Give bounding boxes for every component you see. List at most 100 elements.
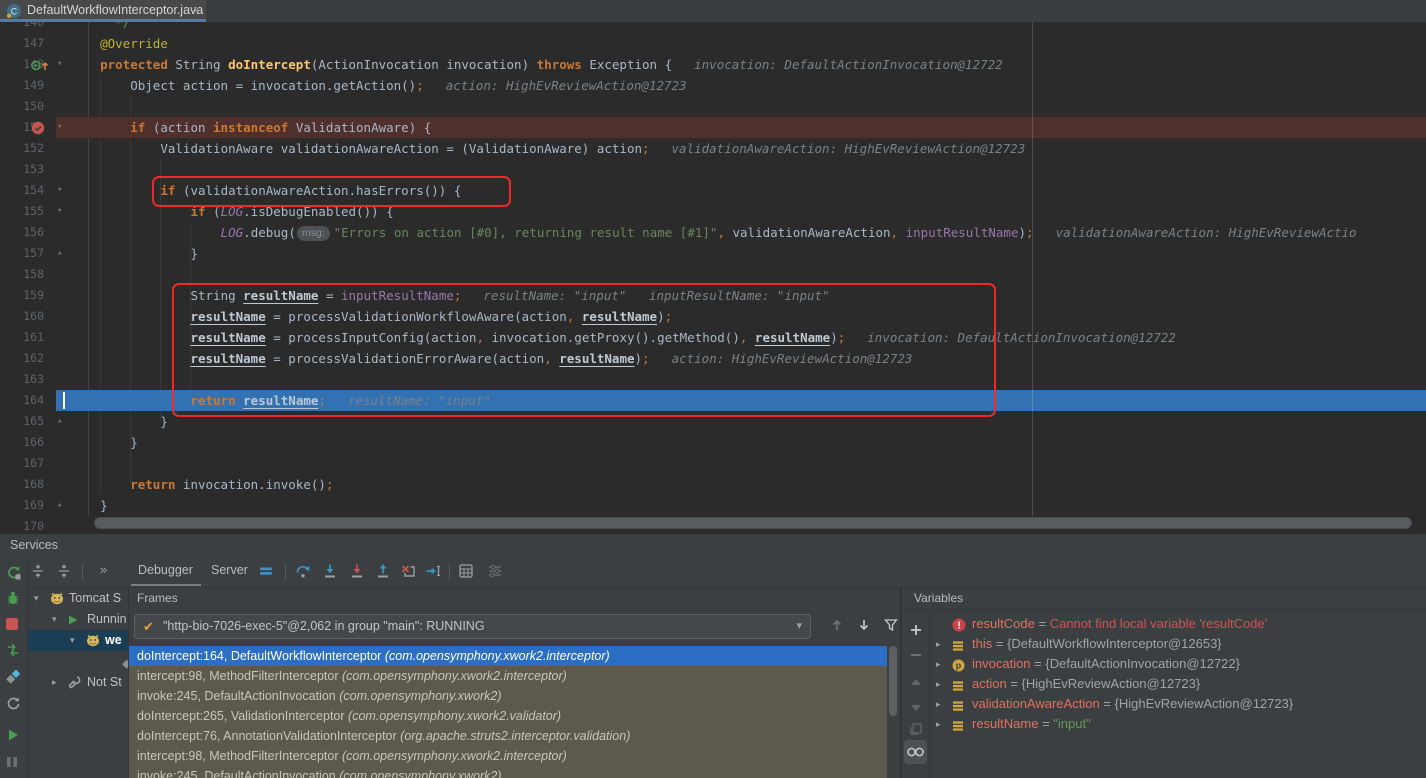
code-line-166[interactable]: 166} bbox=[0, 432, 1426, 453]
duplicate-icon[interactable] bbox=[908, 722, 924, 738]
show-watches-icon[interactable] bbox=[904, 740, 927, 764]
stack-frame[interactable]: doIntercept:76, AnnotationValidationInte… bbox=[129, 726, 887, 746]
step-into-icon[interactable] bbox=[322, 563, 340, 581]
fold-marker-icon[interactable]: ▾ bbox=[57, 117, 62, 138]
chevron-right-icon[interactable]: ▸ bbox=[936, 634, 941, 654]
move-down-icon[interactable] bbox=[908, 700, 924, 716]
rerun-icon[interactable] bbox=[5, 564, 23, 582]
code-line-169[interactable]: 169▴} bbox=[0, 495, 1426, 516]
more-chevrons-icon[interactable]: » bbox=[100, 562, 105, 577]
variable-row[interactable]: ▸validationAwareAction = {HighEvReviewAc… bbox=[930, 694, 1426, 714]
tree-item-we[interactable]: ▾we bbox=[28, 630, 128, 651]
code-line-159[interactable]: 159String resultName = inputResultName;r… bbox=[0, 285, 1426, 306]
variable-row[interactable]: ▸pinvocation = {DefaultActionInvocation@… bbox=[930, 654, 1426, 674]
code-editor[interactable]: 146*/147@Override148▾protected String do… bbox=[0, 22, 1426, 533]
code-line-152[interactable]: 152ValidationAware validationAwareAction… bbox=[0, 138, 1426, 159]
chevron-down-icon[interactable]: ▾ bbox=[70, 630, 75, 651]
services-tree[interactable]: ▾Tomcat S▾Runnin▾we ▸Not St bbox=[28, 588, 128, 778]
show-execution-point-icon[interactable] bbox=[258, 563, 276, 581]
stack-frame[interactable]: doIntercept:164, DefaultWorkflowIntercep… bbox=[129, 646, 887, 666]
deploy-artifacts-icon[interactable] bbox=[5, 669, 23, 687]
tree-item-runnin[interactable]: ▾Runnin bbox=[28, 609, 128, 630]
code-line-162[interactable]: 162resultName = processValidationErrorAw… bbox=[0, 348, 1426, 369]
chevron-right-icon[interactable]: ▸ bbox=[936, 654, 941, 674]
resume-icon[interactable] bbox=[5, 727, 23, 745]
step-out-icon[interactable] bbox=[375, 563, 393, 581]
fold-marker-icon[interactable]: ▴ bbox=[57, 411, 62, 432]
horizontal-scrollbar[interactable] bbox=[92, 516, 1418, 528]
code-line-146[interactable]: 146*/ bbox=[0, 22, 1426, 33]
code-line-154[interactable]: 154▾if (validationAwareAction.hasErrors(… bbox=[0, 180, 1426, 201]
frames-scrollbar[interactable] bbox=[889, 646, 897, 716]
code-line-148[interactable]: 148▾protected String doIntercept(ActionI… bbox=[0, 54, 1426, 75]
debug-icon[interactable] bbox=[5, 590, 23, 608]
expand-all-icon[interactable] bbox=[30, 563, 48, 581]
variable-row[interactable]: ▸this = {DefaultWorkflowInterceptor@1265… bbox=[930, 634, 1426, 654]
stop-icon[interactable] bbox=[5, 617, 23, 635]
run-to-cursor-icon[interactable] bbox=[425, 563, 443, 581]
fold-marker-icon[interactable]: ▾ bbox=[57, 180, 62, 201]
stack-frame[interactable]: invoke:245, DefaultActionInvocation (com… bbox=[129, 766, 887, 778]
layout-settings-icon[interactable] bbox=[487, 563, 505, 581]
stack-frame[interactable]: doIntercept:265, ValidationInterceptor (… bbox=[129, 706, 887, 726]
tab-debugger[interactable]: Debugger bbox=[138, 563, 193, 577]
chevron-right-icon[interactable]: ▸ bbox=[936, 694, 941, 714]
refresh-icon[interactable] bbox=[5, 695, 23, 713]
stack-frame[interactable]: intercept:98, MethodFilterInterceptor (c… bbox=[129, 666, 887, 686]
variable-row[interactable]: !resultCode = Cannot find local variable… bbox=[930, 614, 1426, 634]
code-line-163[interactable]: 163 bbox=[0, 369, 1426, 390]
scrollbar-thumb[interactable] bbox=[94, 517, 1412, 529]
tree-item-tomcat-s[interactable]: ▾Tomcat S bbox=[28, 588, 128, 609]
update-running-application-icon[interactable] bbox=[5, 642, 23, 660]
chevron-down-icon[interactable]: ▾ bbox=[52, 609, 57, 630]
chevron-down-icon[interactable]: ▾ bbox=[34, 588, 39, 609]
code-line-147[interactable]: 147@Override bbox=[0, 33, 1426, 54]
code-line-149[interactable]: 149Object action = invocation.getAction(… bbox=[0, 75, 1426, 96]
line-number: 166 bbox=[0, 432, 44, 453]
fold-marker-icon[interactable]: ▴ bbox=[57, 243, 62, 264]
force-step-into-icon[interactable] bbox=[349, 563, 367, 581]
chevron-right-icon[interactable]: ▸ bbox=[52, 672, 57, 693]
code-line-156[interactable]: 156LOG.debug(msg:"Errors on action [#0],… bbox=[0, 222, 1426, 243]
remove-icon[interactable] bbox=[908, 648, 924, 664]
drop-frame-icon[interactable] bbox=[400, 563, 418, 581]
code-line-150[interactable]: 150 bbox=[0, 96, 1426, 117]
chevron-down-icon[interactable]: ▾ bbox=[796, 615, 802, 638]
stack-frame[interactable]: intercept:98, MethodFilterInterceptor (c… bbox=[129, 746, 887, 766]
fold-marker-icon[interactable]: ▴ bbox=[57, 495, 62, 516]
close-icon[interactable]: × bbox=[193, 3, 200, 17]
thread-selector[interactable]: ✔ "http-bio-7026-exec-5"@2,062 in group … bbox=[134, 614, 811, 639]
variable-row[interactable]: ▸action = {HighEvReviewAction@12723} bbox=[930, 674, 1426, 694]
code-line-168[interactable]: 168return invocation.invoke(); bbox=[0, 474, 1426, 495]
pause-icon[interactable] bbox=[5, 755, 23, 773]
code-line-155[interactable]: 155▾if (LOG.isDebugEnabled()) { bbox=[0, 201, 1426, 222]
step-over-icon[interactable] bbox=[295, 563, 313, 581]
collapse-all-icon[interactable] bbox=[56, 563, 74, 581]
tab-server[interactable]: Server bbox=[211, 563, 248, 577]
code-line-153[interactable]: 153 bbox=[0, 159, 1426, 180]
add-icon[interactable] bbox=[908, 623, 924, 639]
down-frame-icon[interactable] bbox=[856, 617, 874, 635]
code-line-161[interactable]: 161resultName = processInputConfig(actio… bbox=[0, 327, 1426, 348]
up-frame-icon[interactable] bbox=[829, 617, 847, 635]
tree-item[interactable] bbox=[28, 651, 128, 672]
code-line-151[interactable]: 151▾if (action instanceof ValidationAwar… bbox=[0, 117, 1426, 138]
code-line-160[interactable]: 160resultName = processValidationWorkflo… bbox=[0, 306, 1426, 327]
chevron-right-icon[interactable]: ▸ bbox=[936, 674, 941, 694]
tab-default-workflow-interceptor[interactable]: C DefaultWorkflowInterceptor.java × bbox=[0, 0, 206, 22]
code-line-167[interactable]: 167 bbox=[0, 453, 1426, 474]
fold-marker-icon[interactable]: ▾ bbox=[57, 201, 62, 222]
fold-marker-icon[interactable]: ▾ bbox=[57, 54, 62, 75]
filter-frame-icon[interactable] bbox=[883, 617, 900, 635]
evaluate-expression-icon[interactable] bbox=[458, 563, 476, 581]
variable-row[interactable]: ▸resultName = "input" bbox=[930, 714, 1426, 734]
chevron-right-icon[interactable]: ▸ bbox=[936, 714, 941, 734]
code-line-157[interactable]: 157▴} bbox=[0, 243, 1426, 264]
code-line-165[interactable]: 165▴} bbox=[0, 411, 1426, 432]
stack-frame[interactable]: invoke:245, DefaultActionInvocation (com… bbox=[129, 686, 887, 706]
code-line-158[interactable]: 158 bbox=[0, 264, 1426, 285]
code-line-164[interactable]: 164return resultName;resultName: "input" bbox=[0, 390, 1426, 411]
move-up-icon[interactable] bbox=[908, 674, 924, 690]
tree-item-not-st[interactable]: ▸Not St bbox=[28, 672, 128, 693]
services-panel-header[interactable]: Services bbox=[0, 533, 1426, 556]
